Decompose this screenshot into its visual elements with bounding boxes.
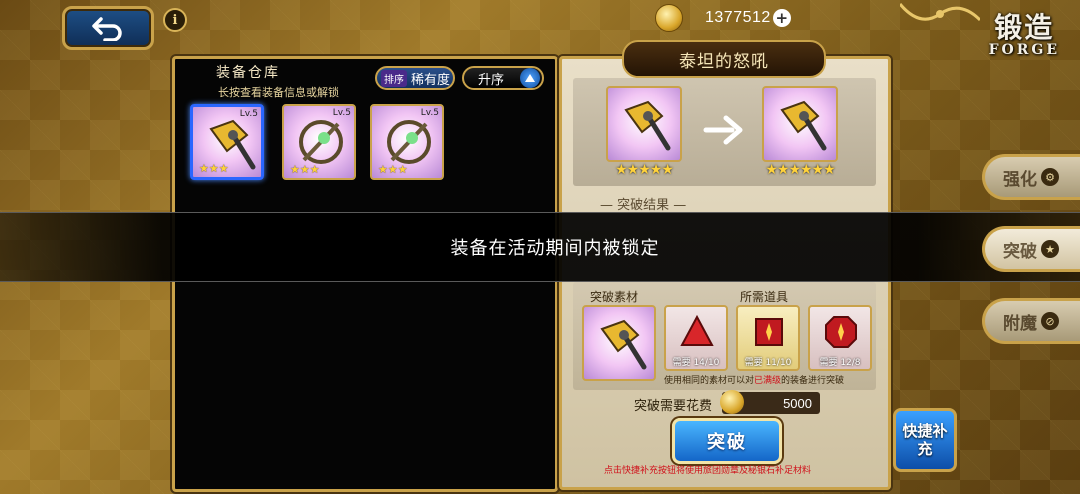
required-count: 需要 11/10 — [744, 358, 792, 368]
sort-button[interactable]: 排序 稀有度 — [375, 66, 455, 90]
item-level: Lv.5 — [420, 108, 439, 118]
required-count: 需要 14/10 — [672, 358, 720, 368]
item-frame — [762, 86, 838, 162]
cost-label: 突破需要花费 — [634, 399, 713, 414]
item-name: 泰坦的怒吼 — [622, 40, 826, 78]
axe-icon — [624, 100, 671, 151]
item-level: Lv.5 — [239, 109, 258, 119]
staff-icon — [299, 120, 343, 164]
needed-items-label: 所需道具 — [740, 290, 789, 304]
required-item[interactable]: 需要 14/10 — [664, 305, 728, 371]
gear-icon: ⚙ — [1041, 168, 1059, 186]
gold-coin-icon — [655, 4, 683, 32]
hint-highlight: 已满级 — [754, 376, 782, 386]
tab-enhance[interactable]: 强化 ⚙ — [982, 154, 1080, 200]
sort-value: 稀有度 — [411, 72, 451, 88]
tab-breakthrough[interactable]: 突破 ★ — [982, 226, 1080, 272]
back-button[interactable] — [62, 6, 154, 50]
star-icon: ★ — [1041, 240, 1059, 258]
required-item[interactable]: 需要 12/8 — [808, 305, 872, 371]
red-gem-icon — [755, 318, 783, 346]
enchant-icon: ⊘ — [1041, 312, 1059, 330]
item-stars: ★★★ — [378, 163, 408, 176]
lock-notification-banner: 装备在活动期间内被锁定 — [0, 212, 1080, 282]
tab-label: 强化 — [1003, 169, 1037, 190]
hint-suffix: 的装备进行突破 — [781, 376, 845, 386]
red-crystal-icon — [680, 315, 714, 346]
red-octagon-gem-icon — [825, 316, 857, 348]
sort-tag: 排序 — [381, 69, 407, 87]
arrow-right-icon — [703, 115, 743, 145]
required-item[interactable]: 需要 11/10 — [736, 305, 800, 371]
warehouse-subtitle: 长按查看装备信息或解锁 — [218, 86, 339, 99]
material-label: 突破素材 — [590, 290, 639, 304]
staff-icon — [387, 120, 431, 164]
add-coins-button[interactable]: + — [772, 9, 791, 27]
forge-title: 锻造 FORGE — [989, 6, 1060, 58]
tab-label: 突破 — [1003, 241, 1037, 262]
breakthrough-button[interactable]: 突破 — [672, 418, 782, 464]
info-icon[interactable]: i — [163, 8, 187, 32]
tab-enchant[interactable]: 附魔 ⊘ — [982, 298, 1080, 344]
item-frame — [606, 86, 682, 162]
item-stars: ★★★ — [290, 163, 320, 176]
coin-counter: 1377512 + — [655, 4, 800, 32]
equipment-item-staff[interactable]: Lv.5 ★★★ — [370, 104, 444, 180]
item-stars: ★★★ — [199, 162, 229, 175]
coin-value: 1377512 — [705, 9, 771, 26]
item-before: ★★★★★ — [606, 86, 682, 178]
gold-coin-icon — [720, 390, 744, 414]
axe-icon — [780, 100, 827, 151]
quick-refill-button[interactable]: 快捷补充 — [893, 408, 957, 472]
forge-title-en: FORGE — [988, 42, 1060, 58]
result-label: — 突破结果 — — [600, 198, 687, 213]
cost-display: 5000 — [720, 390, 820, 414]
forge-title-cn: 锻造 — [994, 11, 1055, 44]
lock-message: 装备在活动期间内被锁定 — [450, 238, 660, 259]
breakthrough-hint: 使用相同的素材可以对已满级的装备进行突破 — [664, 373, 844, 386]
after-stars: ★★★★★★ — [765, 162, 835, 178]
quick-refill-hint: 点击快捷补充按钮将使用旅团勋章及秘银石补足材料 — [604, 466, 812, 476]
required-count: 需要 12/8 — [819, 358, 861, 368]
tab-label: 附魔 — [1003, 313, 1037, 334]
back-arrow-icon — [92, 17, 122, 41]
hint-prefix: 使用相同的素材可以对 — [664, 376, 755, 386]
order-label: 升序 — [478, 72, 505, 88]
before-stars: ★★★★★ — [615, 162, 674, 178]
triangle-up-icon — [520, 68, 540, 88]
ornament-icon — [900, 3, 980, 22]
cost-value: 5000 — [783, 395, 812, 411]
item-level: Lv.5 — [332, 108, 351, 118]
axe-icon — [600, 319, 647, 370]
material-slot[interactable] — [582, 305, 656, 381]
warehouse-title: 装备仓库 — [216, 65, 280, 81]
item-after: ★★★★★★ — [762, 86, 838, 178]
order-toggle-button[interactable]: 升序 — [462, 66, 544, 90]
equipment-item-axe[interactable]: Lv.5 ★★★ — [190, 104, 264, 180]
equipment-item-staff[interactable]: Lv.5 ★★★ — [282, 104, 356, 180]
